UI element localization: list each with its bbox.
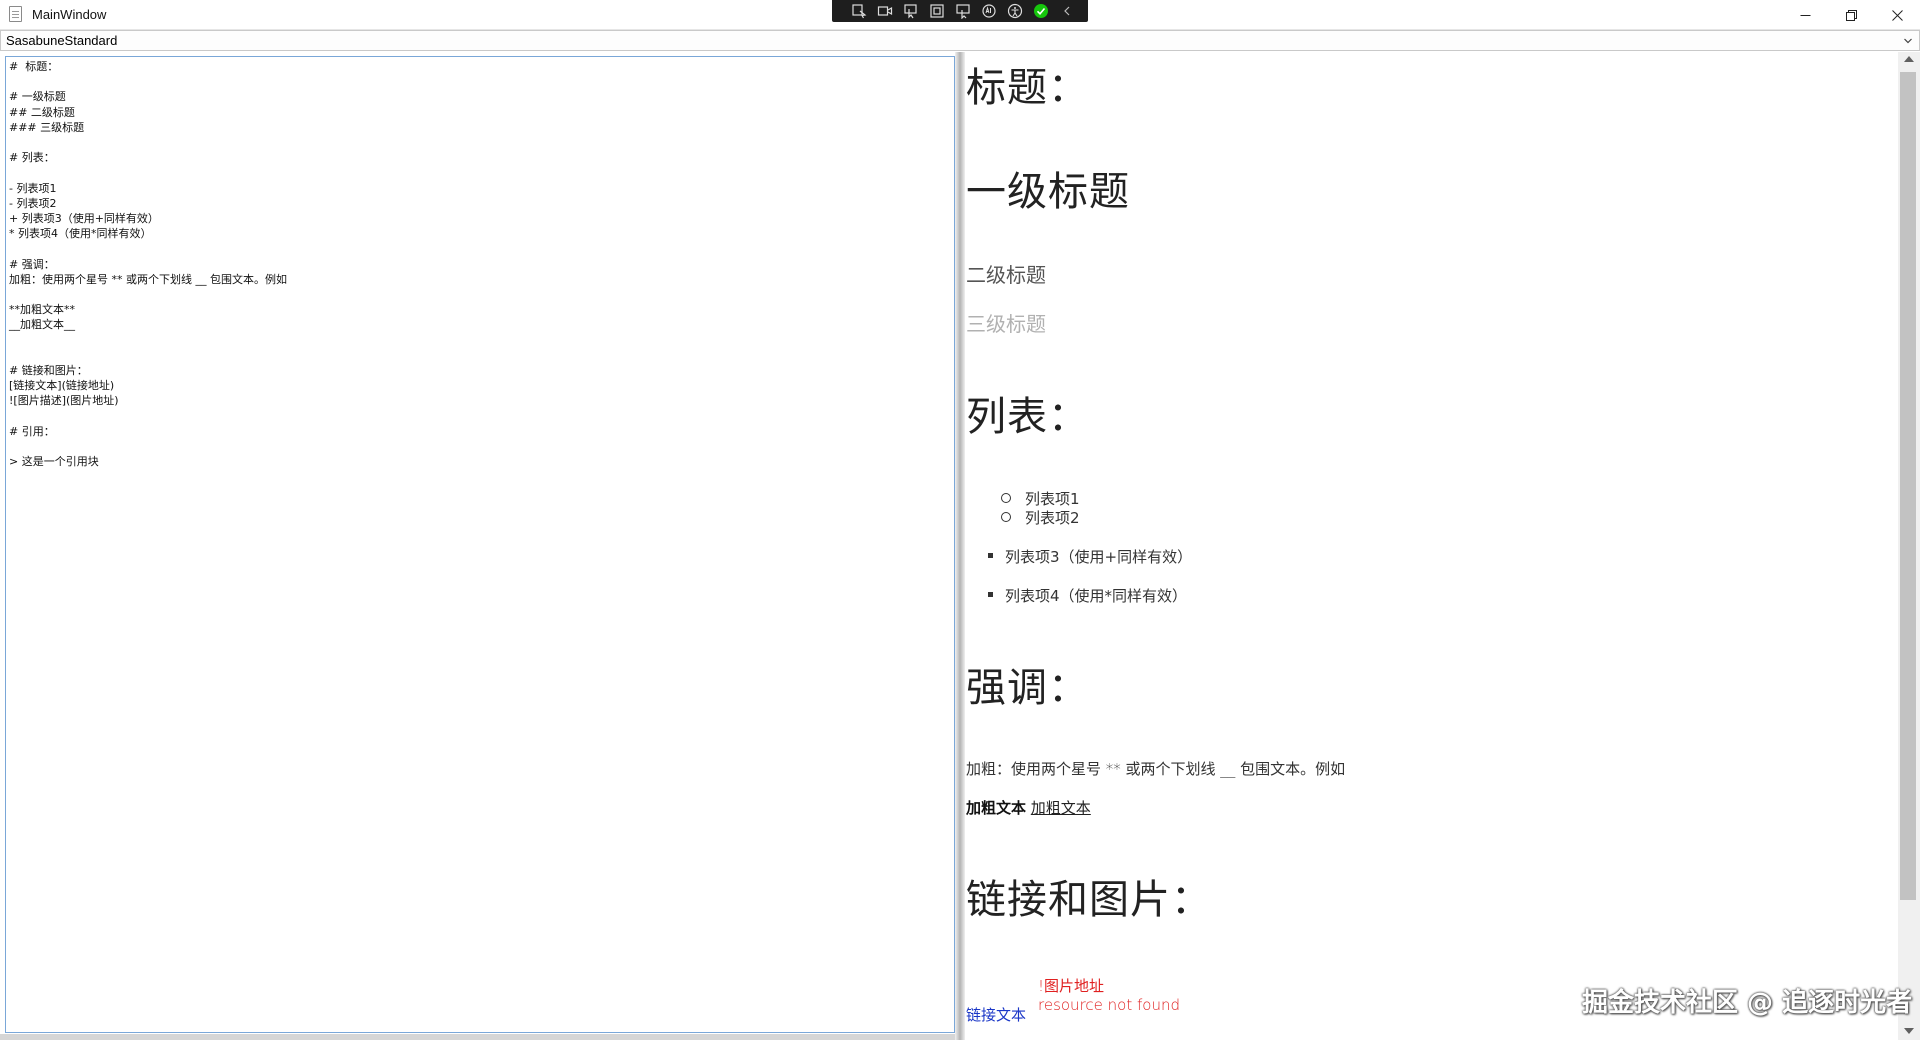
bold-text: 加粗文本: [966, 799, 1027, 817]
square-bullet-icon: [988, 553, 993, 558]
hover-icon[interactable]: [950, 0, 976, 22]
bottom-border: [0, 1034, 955, 1040]
theme-dropdown-value: SasabuneStandard: [6, 33, 118, 48]
underlined-text: 加粗文本: [1030, 799, 1091, 817]
accessibility-icon[interactable]: [1002, 0, 1028, 22]
preview-heading-3: 三级标题: [966, 312, 1046, 336]
restore-icon: [1845, 9, 1857, 21]
ab-icon[interactable]: [976, 0, 1002, 22]
close-button[interactable]: [1874, 0, 1920, 30]
preview-heading-emphasis: 强调：: [966, 665, 1089, 711]
title-bar: MainWindow: [0, 0, 1920, 30]
list-item: 列表项2: [1001, 507, 1080, 528]
markdown-source-text[interactable]: # 标题： # 一级标题 ## 二级标题 ### 三级标题 # 列表： - 列表…: [7, 59, 289, 469]
list-item-text: 列表项1: [1025, 490, 1080, 508]
select-element-icon[interactable]: [846, 0, 872, 22]
video-icon[interactable]: [872, 0, 898, 22]
circle-bullet-icon: [1001, 493, 1011, 503]
theme-dropdown[interactable]: SasabuneStandard: [0, 30, 1920, 51]
minimize-button[interactable]: [1782, 0, 1828, 30]
preview-link[interactable]: 链接文本: [966, 1004, 1026, 1025]
window-controls: [1782, 0, 1920, 30]
list-item-text: 列表项4（使用*同样有效）: [1005, 587, 1188, 605]
close-icon: [1891, 9, 1903, 21]
frame-icon[interactable]: [924, 0, 950, 22]
restore-button[interactable]: [1828, 0, 1874, 30]
document-icon: [9, 6, 22, 22]
preview-heading-title: 标题：: [966, 65, 1089, 111]
wpf-dev-toolbar: [832, 0, 1088, 22]
list-item: 列表项3（使用+同样有效）: [988, 546, 1193, 567]
markdown-editor[interactable]: # 标题： # 一级标题 ## 二级标题 ### 三级标题 # 列表： - 列表…: [5, 56, 955, 1033]
list-item-text: 列表项2: [1025, 509, 1080, 527]
preview-heading-links: 链接和图片：: [966, 877, 1212, 923]
window-title: MainWindow: [32, 7, 107, 22]
image-alt-text: !图片地址: [1038, 977, 1105, 995]
markdown-preview: 标题： 一级标题 二级标题 三级标题 列表： 列表项1 列表项2 列表项3（使用…: [965, 52, 1898, 1040]
list-item-text: 列表项3（使用+同样有效）: [1005, 548, 1193, 566]
image-error-text: resource not found: [1038, 996, 1180, 1014]
watermark: 掘金技术社区 @ 追逐时光者: [1582, 988, 1913, 1018]
square-bullet-icon: [988, 592, 993, 597]
scroll-up-icon[interactable]: [1904, 56, 1914, 62]
scrollbar-thumb[interactable]: [1900, 72, 1916, 900]
minimize-icon: [1800, 14, 1810, 16]
preview-scrollbar[interactable]: [1898, 52, 1920, 1040]
preview-heading-list: 列表：: [966, 394, 1089, 440]
chevron-down-icon: [1904, 38, 1912, 44]
preview-bold-line: 加粗文本 加粗文本: [966, 797, 1091, 818]
pointer-icon[interactable]: [898, 0, 924, 22]
list-item: 列表项4（使用*同样有效）: [988, 585, 1188, 606]
circle-bullet-icon: [1001, 512, 1011, 522]
list-item: 列表项1: [1001, 488, 1080, 509]
preview-heading-2: 二级标题: [966, 263, 1046, 287]
preview-heading-1: 一级标题: [966, 169, 1130, 215]
preview-emphasis-text: 加粗：使用两个星号 ** 或两个下划线 __ 包围文本。例如: [966, 760, 1346, 778]
pane-splitter[interactable]: [955, 52, 965, 1040]
scroll-down-icon[interactable]: [1904, 1028, 1914, 1034]
collapse-icon[interactable]: [1054, 0, 1080, 22]
check-icon[interactable]: [1028, 0, 1054, 22]
